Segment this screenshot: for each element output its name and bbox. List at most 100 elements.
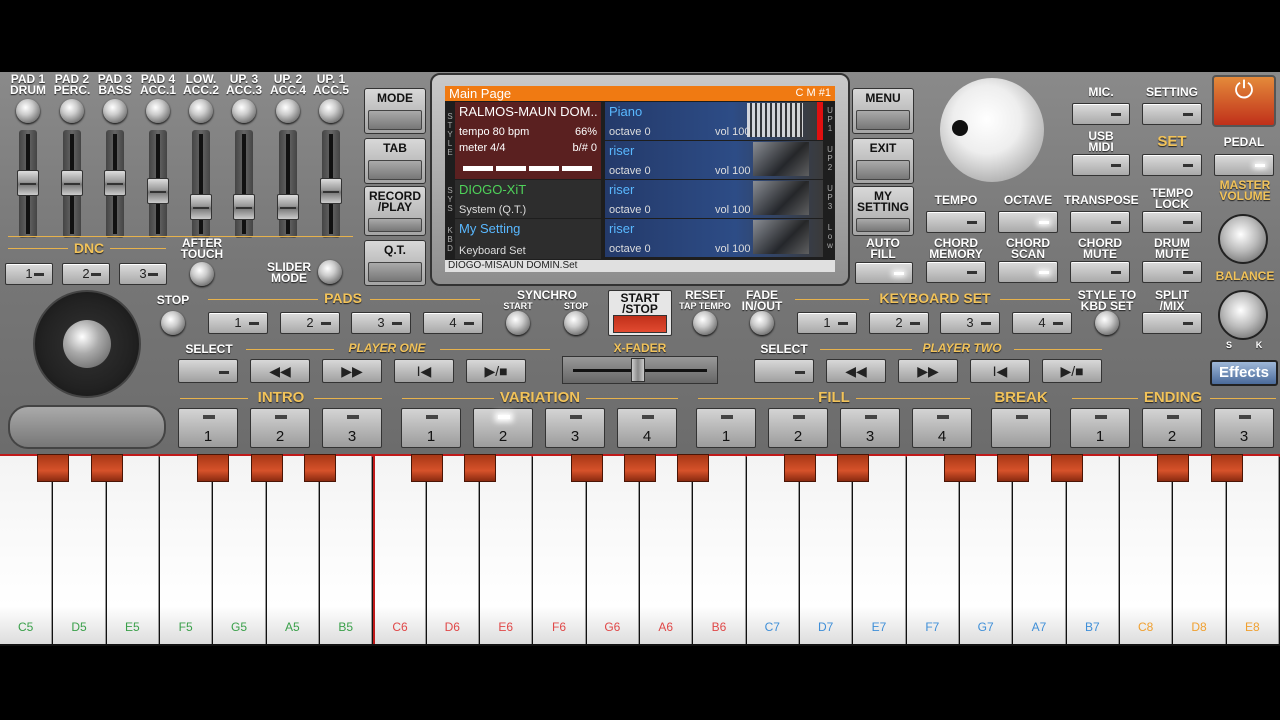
instrument-slot-3[interactable]: riser octave 0 vol 100: [605, 180, 823, 218]
white-key[interactable]: A6: [640, 456, 693, 644]
chord-memory-button[interactable]: [926, 261, 986, 283]
player-two-forward-button[interactable]: ▶▶: [898, 359, 958, 383]
section-button-15[interactable]: 3: [1214, 408, 1274, 448]
black-key[interactable]: [304, 454, 336, 482]
black-key[interactable]: [37, 454, 70, 482]
kbd-set-button-1[interactable]: 1: [797, 312, 857, 334]
tempo-lock-button[interactable]: [1142, 211, 1202, 233]
tab-button[interactable]: TAB: [364, 138, 426, 184]
black-key[interactable]: [1210, 454, 1243, 482]
white-key[interactable]: C6: [373, 456, 426, 644]
section-button-4[interactable]: 1: [401, 408, 461, 448]
player-one-play-button[interactable]: ▶/■: [466, 359, 526, 383]
white-key[interactable]: B6: [693, 456, 746, 644]
dnc-button-1[interactable]: 1: [5, 263, 53, 285]
white-key[interactable]: G5: [213, 456, 266, 644]
player-two-play-button[interactable]: ▶/■: [1042, 359, 1102, 383]
transpose-button[interactable]: [1070, 211, 1130, 233]
set-button[interactable]: [1142, 154, 1202, 176]
mode-button[interactable]: MODE: [364, 88, 426, 134]
style-to-kbd-knob[interactable]: [1095, 311, 1119, 335]
player-two-prev-button[interactable]: I◀: [970, 359, 1030, 383]
fader-cap[interactable]: [233, 194, 255, 220]
white-key[interactable]: E6: [480, 456, 533, 644]
pad-knob-4[interactable]: [146, 99, 170, 123]
auto-fill-button[interactable]: [855, 262, 913, 284]
black-key[interactable]: [410, 454, 443, 482]
joystick-handle[interactable]: [63, 320, 111, 368]
white-key[interactable]: E8: [1226, 456, 1279, 644]
fader-cap[interactable]: [277, 194, 299, 220]
mic-button[interactable]: [1072, 103, 1130, 125]
black-key[interactable]: [464, 454, 496, 482]
pedal-button[interactable]: [1214, 154, 1274, 176]
black-key[interactable]: [197, 454, 230, 482]
section-button-7[interactable]: 4: [617, 408, 677, 448]
split-mix-button[interactable]: [1142, 312, 1202, 334]
white-key[interactable]: G7: [960, 456, 1013, 644]
fader-cap[interactable]: [147, 178, 169, 204]
black-key[interactable]: [837, 454, 870, 482]
pad-knob-1[interactable]: [16, 99, 40, 123]
black-key[interactable]: [677, 454, 710, 482]
pad-knob-8[interactable]: [319, 99, 343, 123]
fader-cap[interactable]: [104, 170, 126, 196]
black-key[interactable]: [944, 454, 976, 482]
kbd-set-button-2[interactable]: 2: [869, 312, 929, 334]
usb-midi-button[interactable]: [1072, 154, 1130, 176]
black-key[interactable]: [784, 454, 816, 482]
pad-knob-7[interactable]: [276, 99, 300, 123]
black-key[interactable]: [1157, 454, 1190, 482]
section-button-2[interactable]: 2: [250, 408, 310, 448]
fader-cap[interactable]: [190, 194, 212, 220]
black-key[interactable]: [90, 454, 123, 482]
tempo-button[interactable]: [926, 211, 986, 233]
section-button-11[interactable]: 4: [912, 408, 972, 448]
pad-button-2[interactable]: 2: [280, 312, 340, 334]
dnc-button-3[interactable]: 3: [119, 263, 167, 285]
section-button-14[interactable]: 2: [1142, 408, 1202, 448]
player-one-forward-button[interactable]: ▶▶: [322, 359, 382, 383]
instrument-slot-4[interactable]: riser octave 0 vol 100: [605, 219, 823, 257]
after-touch-knob[interactable]: [190, 262, 214, 286]
pad-button-3[interactable]: 3: [351, 312, 411, 334]
section-button-10[interactable]: 3: [840, 408, 900, 448]
white-key[interactable]: A7: [1013, 456, 1066, 644]
start-stop-button[interactable]: START /STOP: [608, 290, 672, 336]
master-volume-knob[interactable]: [1218, 214, 1268, 264]
instrument-slot-1[interactable]: Piano octave 0 vol 100: [605, 102, 823, 140]
fader-cap[interactable]: [17, 170, 39, 196]
instrument-slot-2[interactable]: riser octave 0 vol 100: [605, 141, 823, 179]
menu-button[interactable]: MENU: [852, 88, 914, 134]
white-key[interactable]: C8: [1120, 456, 1173, 644]
kbd-set-button-4[interactable]: 4: [1012, 312, 1072, 334]
black-key[interactable]: [997, 454, 1030, 482]
section-button-9[interactable]: 2: [768, 408, 828, 448]
fade-knob[interactable]: [750, 311, 774, 335]
effects-button[interactable]: Effects: [1210, 360, 1278, 386]
white-key[interactable]: B5: [320, 456, 373, 644]
fader-cap[interactable]: [61, 170, 83, 196]
white-key[interactable]: F6: [533, 456, 586, 644]
pad-button-4[interactable]: 4: [423, 312, 483, 334]
exit-button[interactable]: EXIT: [852, 138, 914, 184]
pad-knob-5[interactable]: [189, 99, 213, 123]
chord-scan-button[interactable]: [998, 261, 1058, 283]
white-key[interactable]: E7: [853, 456, 906, 644]
setting-button[interactable]: [1142, 103, 1202, 125]
player-one-prev-button[interactable]: I◀: [394, 359, 454, 383]
octave-button[interactable]: [998, 211, 1058, 233]
player-one-select-button[interactable]: [178, 359, 238, 383]
white-key[interactable]: G6: [586, 456, 639, 644]
power-button[interactable]: ⏻: [1212, 75, 1276, 127]
chord-mute-button[interactable]: [1070, 261, 1130, 283]
white-key[interactable]: E5: [106, 456, 159, 644]
white-key[interactable]: D7: [800, 456, 853, 644]
section-button-3[interactable]: 3: [322, 408, 382, 448]
qt-button[interactable]: Q.T.: [364, 240, 426, 286]
black-key[interactable]: [1050, 454, 1083, 482]
synchro-start-knob[interactable]: [506, 311, 530, 335]
white-key[interactable]: F5: [160, 456, 213, 644]
drum-mute-button[interactable]: [1142, 261, 1202, 283]
section-button-12[interactable]: [991, 408, 1051, 448]
